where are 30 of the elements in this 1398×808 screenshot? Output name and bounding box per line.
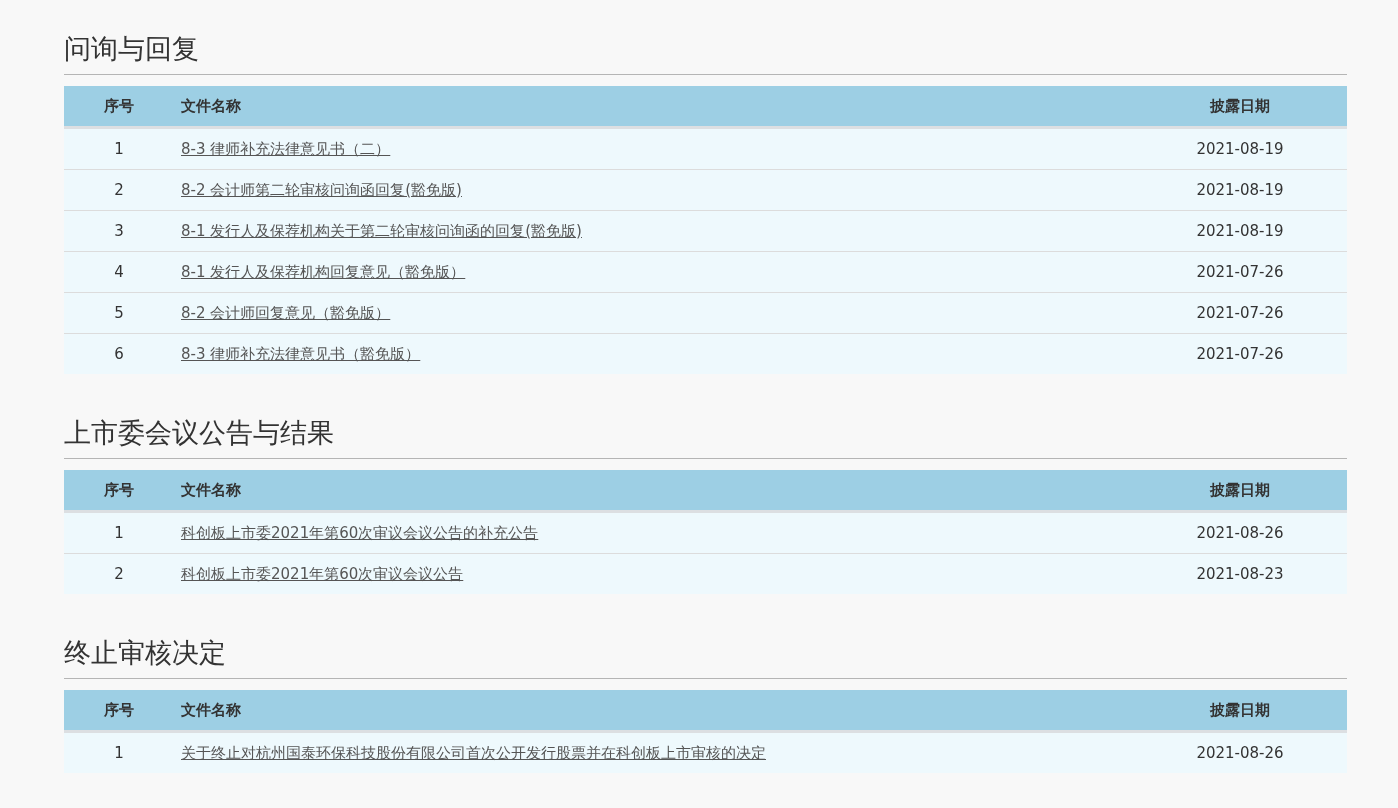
disclosure-date: 2021-08-26 — [1133, 511, 1347, 554]
row-number: 5 — [64, 292, 174, 334]
document-link[interactable]: 8-1 发行人及保荐机构回复意见（豁免版） — [181, 262, 466, 281]
row-number: 2 — [64, 553, 174, 594]
disclosure-date: 2021-07-26 — [1133, 333, 1347, 374]
row-number: 1 — [64, 511, 174, 554]
section-title: 上市委会议公告与结果 — [64, 414, 1347, 459]
disclosure-date: 2021-08-19 — [1133, 210, 1347, 252]
row-number: 1 — [64, 731, 174, 773]
disclosure-date: 2021-08-19 — [1133, 169, 1347, 211]
disclosure-date: 2021-08-19 — [1133, 127, 1347, 170]
row-number: 6 — [64, 333, 174, 374]
document-link[interactable]: 科创板上市委2021年第60次审议会议公告的补充公告 — [181, 523, 539, 542]
row-number: 3 — [64, 210, 174, 252]
section-title: 终止审核决定 — [64, 634, 1347, 679]
disclosure-date: 2021-08-23 — [1133, 553, 1347, 594]
row-number: 2 — [64, 169, 174, 211]
row-number: 4 — [64, 251, 174, 293]
row-number: 1 — [64, 127, 174, 170]
document-link[interactable]: 关于终止对杭州国泰环保科技股份有限公司首次公开发行股票并在科创板上市审核的决定 — [181, 743, 766, 762]
disclosure-date: 2021-07-26 — [1133, 251, 1347, 293]
document-link[interactable]: 8-2 会计师第二轮审核问询函回复(豁免版) — [181, 180, 462, 199]
disclosure-date: 2021-07-26 — [1133, 292, 1347, 334]
document-link[interactable]: 科创板上市委2021年第60次审议会议公告 — [181, 564, 464, 583]
disclosure-date: 2021-08-26 — [1133, 731, 1347, 773]
document-link[interactable]: 8-2 会计师回复意见（豁免版） — [181, 303, 391, 322]
document-link[interactable]: 8-3 律师补充法律意见书（豁免版） — [181, 344, 421, 363]
section-title: 问询与回复 — [64, 30, 1347, 75]
document-link[interactable]: 8-3 律师补充法律意见书（二） — [181, 139, 391, 158]
document-link[interactable]: 8-1 发行人及保荐机构关于第二轮审核问询函的回复(豁免版) — [181, 221, 582, 240]
